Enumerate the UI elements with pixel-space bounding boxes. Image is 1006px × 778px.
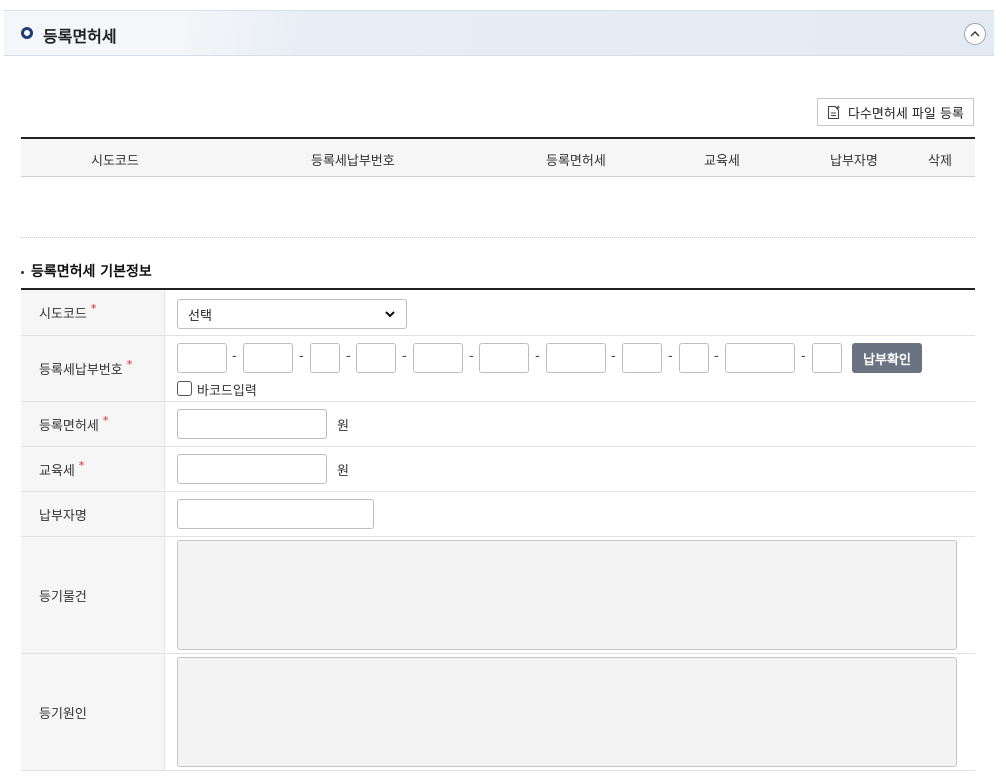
tax-list-table: 시도코드 등록세납부번호 등록면허세 교육세 납부자명 삭제 <box>21 137 975 177</box>
required-mark: * <box>126 358 133 371</box>
payer-name-input[interactable] <box>177 499 374 529</box>
payno-input-3[interactable] <box>310 343 340 373</box>
payno-input-1[interactable] <box>177 343 227 373</box>
payno-input-6[interactable] <box>479 343 529 373</box>
row-edu: 교육세 * 원 <box>21 447 975 492</box>
payno-label: 등록세납부번호 * <box>21 336 165 401</box>
row-sido: 시도코드 * 선택 <box>21 290 975 336</box>
file-add-icon <box>827 105 840 119</box>
tax-label: 등록면허세 * <box>21 402 165 446</box>
currency-unit: 원 <box>337 464 349 479</box>
basic-info-form: 시도코드 * 선택 등록세납부번호 * - - - - - - - - - - … <box>21 288 975 771</box>
payno-input-7[interactable] <box>546 343 606 373</box>
required-mark: * <box>102 413 109 427</box>
row-payno: 등록세납부번호 * - - - - - - - - - - 납부확인 바코드입력 <box>21 336 975 402</box>
dash-separator: - <box>714 349 719 364</box>
dash-separator: - <box>402 349 407 364</box>
barcode-checkbox[interactable] <box>177 381 192 396</box>
row-object: 등기물건 <box>21 537 975 654</box>
column-header: 등록면허세 <box>546 154 606 169</box>
registry-object-textarea[interactable] <box>177 540 957 650</box>
circle-bullet-icon <box>21 27 33 39</box>
payer-label-text: 납부자명 <box>39 508 87 524</box>
row-payer: 납부자명 <box>21 492 975 537</box>
row-cause: 등기원인 <box>21 654 975 771</box>
cause-label-text: 등기원인 <box>39 706 87 722</box>
object-label-text: 등기물건 <box>39 589 87 605</box>
payno-input-10[interactable] <box>725 343 795 373</box>
edu-tax-input[interactable] <box>177 454 327 484</box>
dash-separator: - <box>469 349 474 364</box>
column-header: 교육세 <box>704 154 740 169</box>
chevron-up-icon <box>970 31 980 37</box>
basic-info-title: 등록면허세 기본정보 <box>21 261 152 281</box>
required-mark: * <box>90 302 97 315</box>
section-header-title: 등록면허세 <box>43 27 117 46</box>
payno-input-5[interactable] <box>413 343 463 373</box>
payno-input-8[interactable] <box>622 343 662 373</box>
dash-separator: - <box>535 349 540 364</box>
payno-input-2[interactable] <box>243 343 293 373</box>
payno-input-11[interactable] <box>812 343 842 373</box>
sido-select[interactable]: 선택 <box>177 299 407 329</box>
column-header: 삭제 <box>928 154 952 169</box>
column-header: 등록세납부번호 <box>311 154 395 169</box>
row-tax: 등록면허세 * 원 <box>21 402 975 447</box>
dash-separator: - <box>346 349 351 364</box>
registry-cause-textarea[interactable] <box>177 657 957 767</box>
dash-separator: - <box>668 349 673 364</box>
payment-confirm-button[interactable]: 납부확인 <box>852 343 922 373</box>
basic-info-title-text: 등록면허세 기본정보 <box>31 264 152 280</box>
payno-input-9[interactable] <box>679 343 709 373</box>
barcode-checkbox-label: 바코드입력 <box>197 384 257 399</box>
required-mark: * <box>78 458 85 472</box>
edu-label: 교육세 * <box>21 447 165 491</box>
tax-amount-input[interactable] <box>177 409 327 439</box>
currency-unit: 원 <box>337 419 349 434</box>
dash-separator: - <box>801 349 806 364</box>
column-header: 납부자명 <box>830 154 878 169</box>
edu-label-text: 교육세 <box>39 463 75 479</box>
dash-separator: - <box>232 349 237 364</box>
section-header: 등록면허세 <box>4 10 994 56</box>
column-header: 시도코드 <box>91 154 139 169</box>
payer-label: 납부자명 <box>21 492 165 536</box>
dash-separator: - <box>611 349 616 364</box>
bullet-icon <box>21 270 24 274</box>
cause-label: 등기원인 <box>21 654 165 770</box>
sido-label-text: 시도코드 <box>39 307 87 322</box>
dash-separator: - <box>299 349 304 364</box>
multi-file-upload-label: 다수면허세 파일 등록 <box>848 106 964 122</box>
sido-label: 시도코드 * <box>21 290 165 335</box>
multi-file-upload-button[interactable]: 다수면허세 파일 등록 <box>817 98 974 126</box>
payno-label-text: 등록세납부번호 <box>39 363 123 378</box>
payno-input-4[interactable] <box>356 343 396 373</box>
sido-select-value: 선택 <box>188 308 212 324</box>
collapse-button[interactable] <box>964 23 986 45</box>
object-label: 등기물건 <box>21 537 165 653</box>
tax-label-text: 등록면허세 <box>39 418 99 434</box>
divider <box>21 237 975 238</box>
chevron-down-icon <box>385 311 395 318</box>
